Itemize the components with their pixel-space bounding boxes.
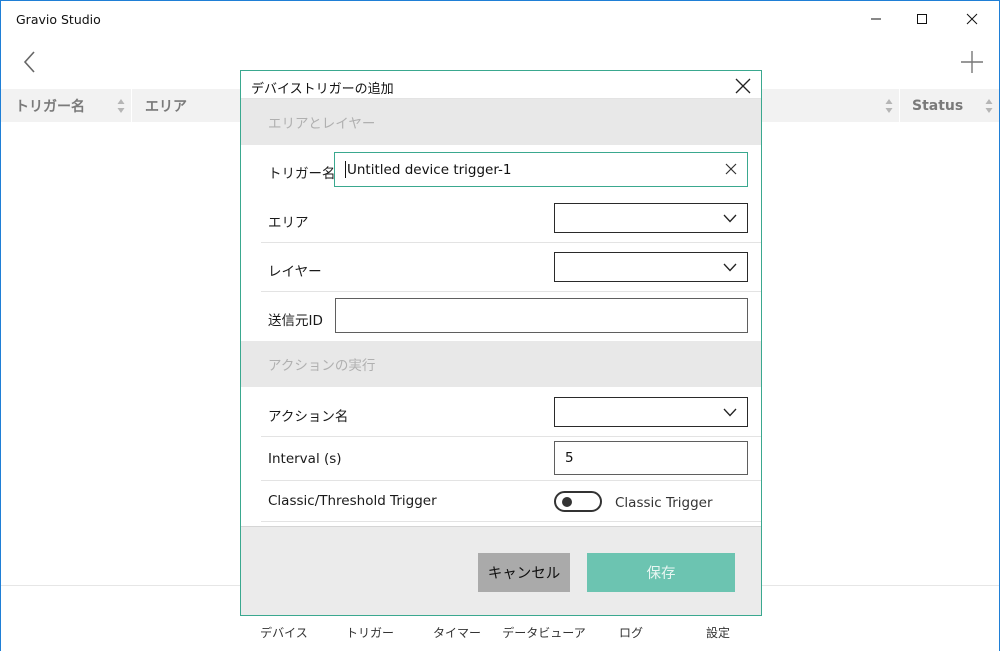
action-name-label: アクション名: [268, 409, 349, 425]
minimize-icon: [871, 18, 881, 20]
add-device-trigger-dialog: デバイストリガーの追加 エリアとレイヤー トリガー名 Untitled devi…: [240, 70, 762, 616]
plus-icon: [961, 51, 983, 73]
nav-item-devices[interactable]: デバイス: [239, 624, 329, 641]
sender-id-label: 送信元ID: [268, 313, 323, 329]
maximize-button[interactable]: [899, 1, 945, 37]
divider: [261, 521, 761, 522]
sort-icon[interactable]: [885, 98, 893, 114]
nav-item-timers[interactable]: タイマー: [412, 624, 502, 641]
action-name-select[interactable]: [554, 397, 748, 427]
add-button[interactable]: [959, 49, 985, 75]
app-title: Gravio Studio: [16, 12, 101, 27]
chevron-down-icon: [723, 408, 737, 417]
title-bar: Gravio Studio: [1, 1, 999, 37]
divider: [261, 291, 761, 292]
column-divider: [131, 89, 132, 122]
save-button[interactable]: 保存: [587, 553, 735, 592]
minimize-button[interactable]: [853, 1, 899, 37]
section-header-action: アクションの実行: [241, 341, 761, 387]
trigger-name-label: トリガー名: [268, 166, 336, 182]
column-label: エリア: [145, 98, 187, 115]
nav-item-log[interactable]: ログ: [586, 624, 676, 641]
divider: [261, 242, 761, 243]
divider: [261, 480, 761, 481]
dialog-title: デバイストリガーの追加: [251, 82, 394, 97]
column-divider: [899, 89, 900, 122]
nav-item-data-viewer[interactable]: データビューア: [499, 624, 589, 641]
chevron-down-icon: [723, 263, 737, 272]
column-label: トリガー名: [15, 98, 85, 115]
close-icon: [735, 78, 751, 94]
layer-label: レイヤー: [268, 264, 322, 280]
trigger-name-input[interactable]: Untitled device trigger-1: [334, 152, 748, 187]
nav-item-settings[interactable]: 設定: [673, 624, 763, 641]
section-header-area-layer: エリアとレイヤー: [241, 99, 761, 145]
nav-item-triggers[interactable]: トリガー: [325, 624, 415, 641]
trigger-mode-toggle[interactable]: [554, 491, 602, 512]
cancel-button[interactable]: キャンセル: [478, 553, 570, 592]
area-label: エリア: [268, 215, 309, 231]
dialog-close-button[interactable]: [733, 76, 753, 96]
maximize-icon: [917, 14, 927, 24]
close-window-button[interactable]: [949, 1, 995, 37]
column-header-area[interactable]: エリア: [145, 89, 187, 122]
dialog-footer: キャンセル 保存: [241, 526, 761, 615]
clear-icon[interactable]: [725, 163, 737, 175]
sender-id-input[interactable]: [335, 298, 748, 333]
column-label: Status: [912, 97, 964, 114]
layer-select[interactable]: [554, 252, 748, 282]
interval-input[interactable]: 5: [554, 441, 748, 475]
trigger-mode-label: Classic/Threshold Trigger: [268, 493, 437, 509]
chevron-down-icon: [723, 214, 737, 223]
column-header-trigger-name[interactable]: トリガー名: [15, 89, 85, 122]
sort-icon[interactable]: [117, 98, 125, 114]
trigger-name-value: Untitled device trigger-1: [347, 161, 512, 178]
divider: [261, 436, 761, 437]
close-icon: [966, 13, 978, 25]
app-window: Gravio Studio トリガー名 エリア Status デバイス トリガー…: [0, 0, 1000, 651]
column-header-status[interactable]: Status: [912, 89, 963, 122]
interval-label: Interval (s): [268, 451, 342, 467]
chevron-left-icon: [23, 51, 35, 73]
sort-icon[interactable]: [985, 98, 993, 114]
interval-value: 5: [565, 450, 574, 466]
toggle-knob: [562, 497, 572, 507]
area-select[interactable]: [554, 203, 748, 233]
trigger-mode-value: Classic Trigger: [615, 495, 713, 511]
back-button[interactable]: [19, 49, 41, 75]
text-caret: [345, 161, 346, 178]
